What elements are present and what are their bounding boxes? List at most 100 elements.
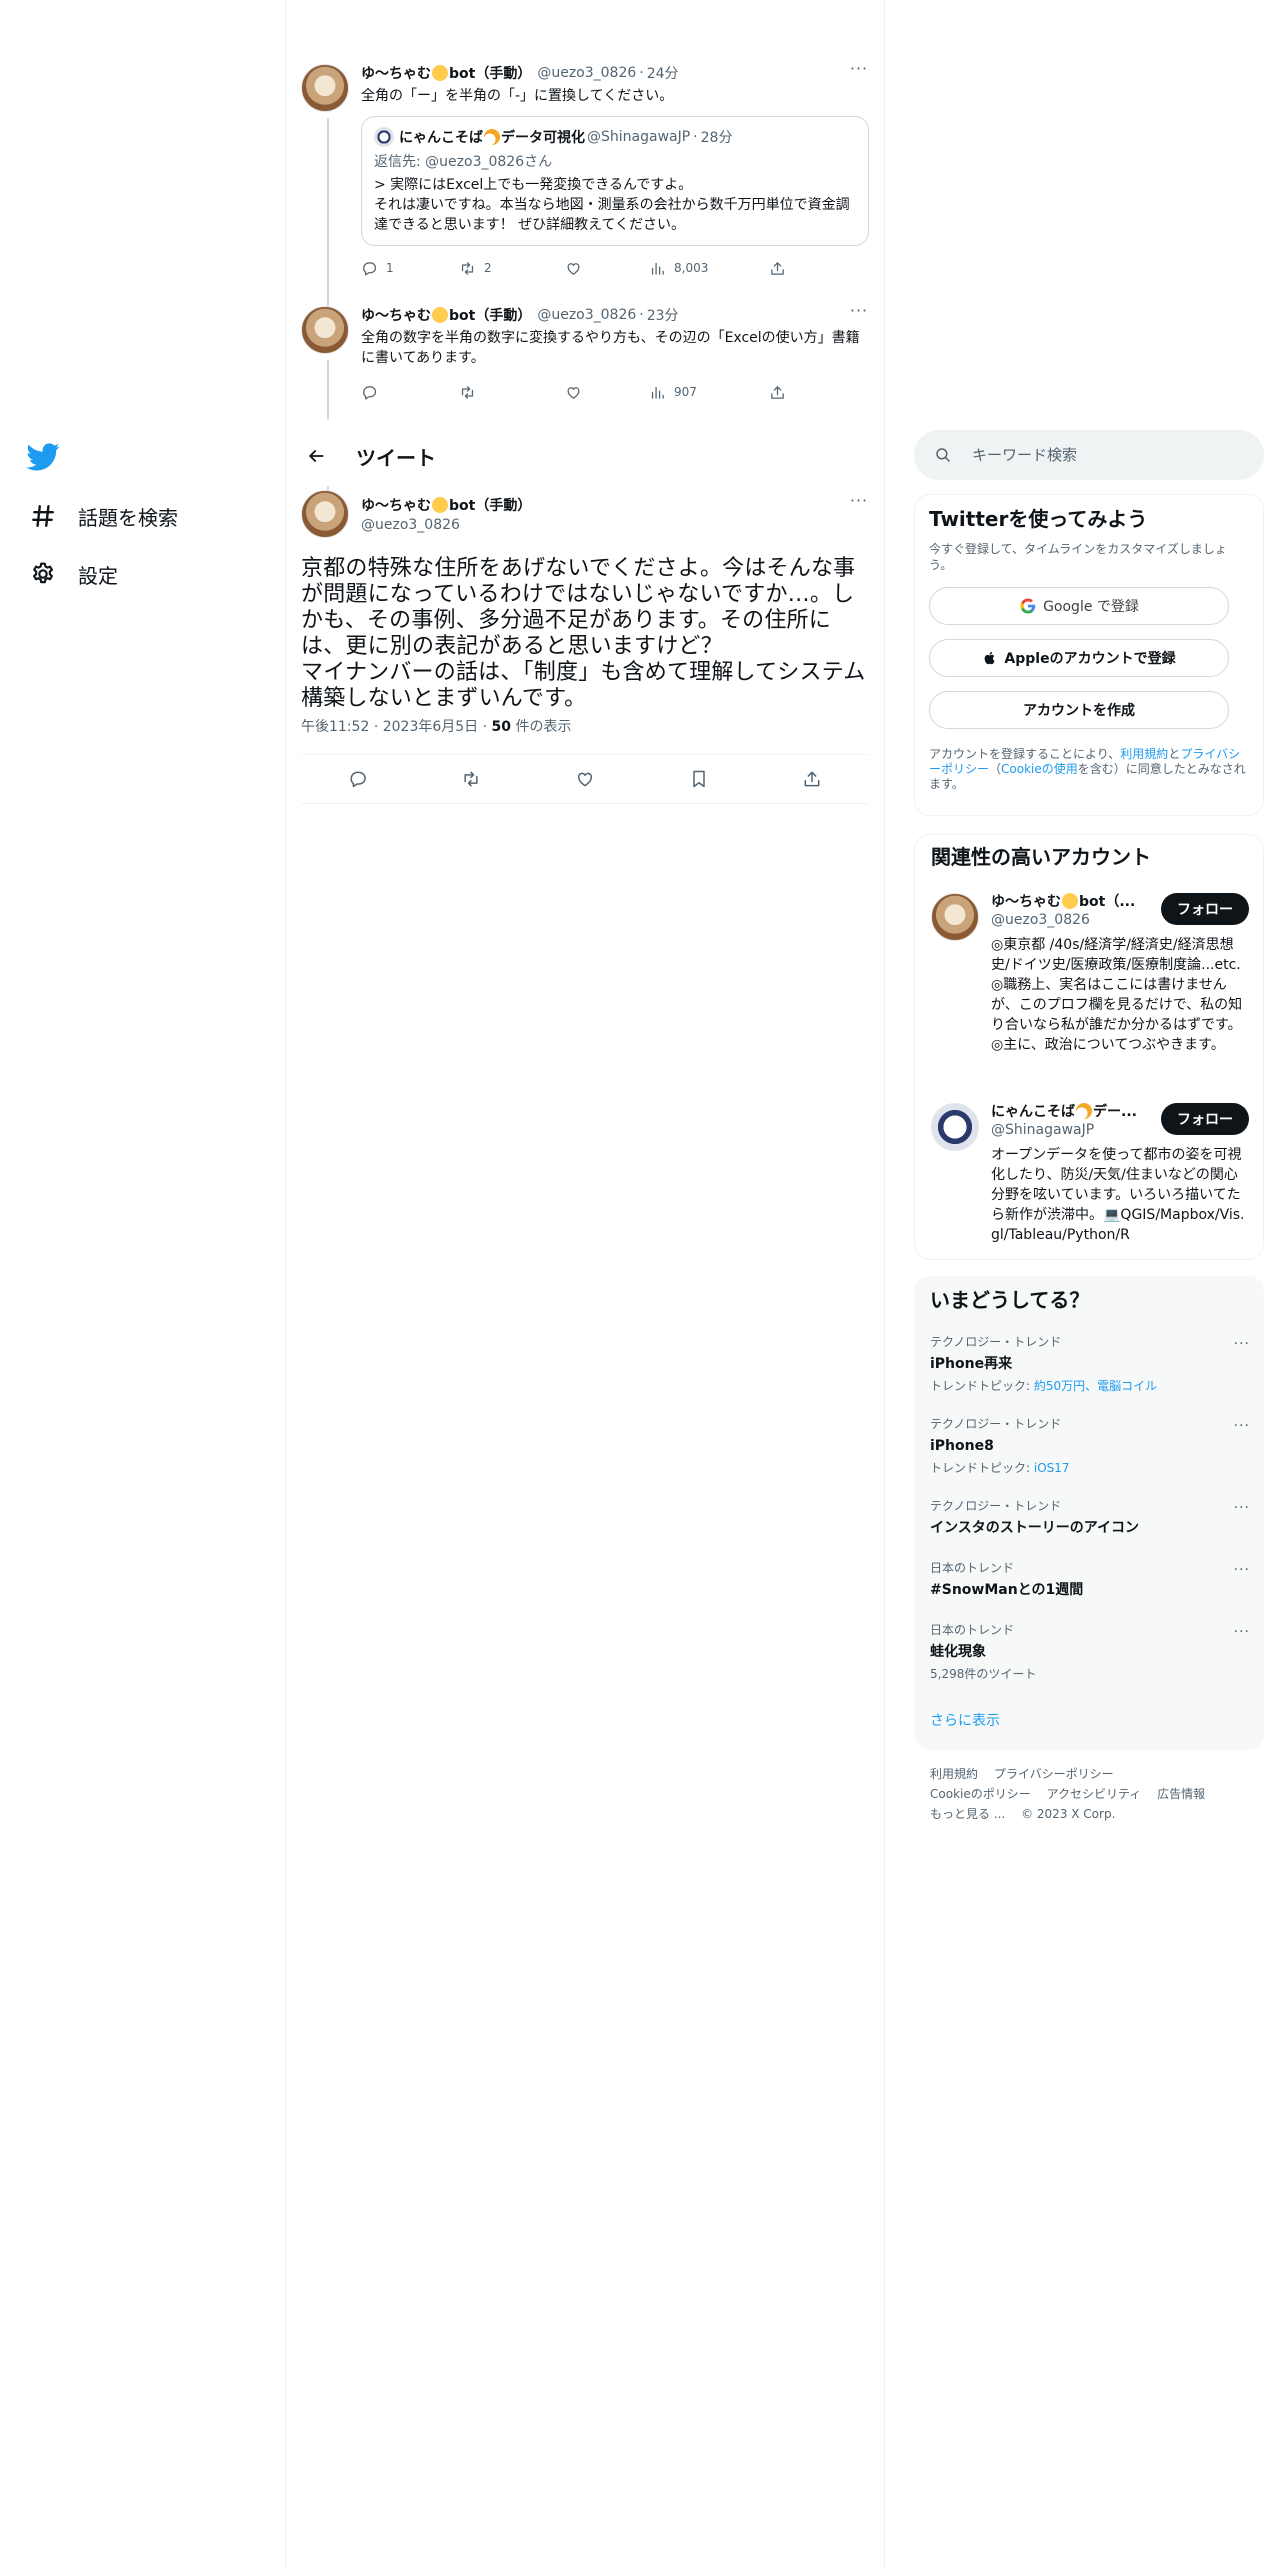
thread-connector xyxy=(327,118,329,308)
left-navigation: 話題を検索 設定 xyxy=(0,0,285,2568)
avatar[interactable] xyxy=(301,306,349,354)
share-button[interactable] xyxy=(769,260,786,277)
tweet-time[interactable]: 23分 xyxy=(647,305,679,325)
more-options-icon[interactable]: ··· xyxy=(849,303,869,324)
separator-dot: · xyxy=(639,307,644,323)
tweet-text: 全角の数字を半角の数字に変換するやり方も、その辺の「Excelの使い方」書籍に書… xyxy=(361,330,860,366)
author-handle[interactable]: @uezo3_0826 xyxy=(537,65,636,81)
author-name[interactable]: ゆ〜ちゃむ bot（手動） xyxy=(361,496,531,516)
nav-explore[interactable]: 話題を検索 xyxy=(26,496,178,536)
author-name[interactable]: ゆ〜ちゃむ bot（手動） xyxy=(361,305,531,325)
retweet-button[interactable] xyxy=(459,384,565,401)
footer-link[interactable]: プライバシーポリシー xyxy=(994,1767,1114,1781)
views-button[interactable]: 907 xyxy=(649,384,769,401)
trend-topic-link[interactable]: iOS17 xyxy=(1034,1461,1070,1475)
account-name[interactable]: にゃんこそば デー... xyxy=(991,1103,1151,1121)
avatar[interactable] xyxy=(931,893,979,941)
page-title: ツイート xyxy=(356,445,436,470)
related-title: 関連性の高いアカウント xyxy=(931,845,1151,869)
tweet-time[interactable]: 午後11:52 xyxy=(301,719,369,735)
trend-item[interactable]: テクノロジー・トレンド iPhone8 トレンドトピック: iOS17 ··· xyxy=(930,1416,1250,1476)
search-bar[interactable] xyxy=(914,430,1264,480)
share-button[interactable] xyxy=(802,769,822,789)
more-options-icon[interactable]: ··· xyxy=(1234,1624,1250,1640)
apple-signup-label: Appleのアカウントで登録 xyxy=(1004,651,1176,667)
center-column: ゆ〜ちゃむ bot（手動） @uezo3_0826 · 24分 ··· 全角の「ー… xyxy=(285,0,885,2568)
google-icon xyxy=(1020,598,1036,614)
author-handle[interactable]: @uezo3_0826 xyxy=(537,307,636,323)
more-options-icon[interactable]: ··· xyxy=(849,493,869,514)
create-account-label: アカウントを作成 xyxy=(1023,703,1135,719)
reply-button[interactable] xyxy=(361,384,459,401)
trend-topic-link[interactable]: 約50万円、電脳コイル xyxy=(1034,1379,1157,1393)
reply-icon xyxy=(363,261,377,276)
more-options-icon[interactable]: ··· xyxy=(849,61,869,82)
trends-title: いまどうしてる？ xyxy=(930,1288,1090,1312)
tweet-text: 全角の「ー」を半角の「-」に置換してください。 xyxy=(361,88,674,104)
author-handle[interactable]: @uezo3_0826 xyxy=(361,516,531,534)
google-signup-label: Google で登録 xyxy=(1043,599,1139,615)
more-options-icon[interactable]: ··· xyxy=(1234,1418,1250,1434)
google-signup-button[interactable]: Google で登録 xyxy=(929,587,1229,625)
trend-item[interactable]: テクノロジー・トレンド インスタのストーリーのアイコン ··· xyxy=(930,1498,1250,1538)
footer-link[interactable]: アクセシビリティ xyxy=(1047,1787,1142,1801)
like-button[interactable] xyxy=(575,769,595,789)
sidebar-footer: 利用規約 プライバシーポリシー Cookieのポリシー アクセシビリティ 広告情… xyxy=(930,1764,1250,1824)
account-name[interactable]: ゆ〜ちゃむ bot（... xyxy=(991,893,1151,911)
more-options-icon[interactable]: ··· xyxy=(1234,1336,1250,1352)
quoted-tweet[interactable]: にゃんこそば データ可視化 @ShinagawaJP · 28分 返信先: @ue… xyxy=(361,116,869,246)
share-icon xyxy=(771,385,784,399)
tweet-text: 京都の特殊な住所をあげないでくださよ。今はそんな事が問題になっているわけではない… xyxy=(301,556,866,711)
retweet-button[interactable] xyxy=(461,769,481,789)
footer-link[interactable]: Cookieのポリシー xyxy=(930,1787,1031,1801)
tweet-time[interactable]: 24分 xyxy=(647,63,679,83)
follow-button[interactable]: フォロー xyxy=(1161,1103,1249,1135)
avatar[interactable] xyxy=(931,1103,979,1151)
trend-item[interactable]: 日本のトレンド #SnowManとの1週間 ··· xyxy=(930,1560,1250,1600)
author-name[interactable]: ゆ〜ちゃむ bot（手動） xyxy=(361,63,531,83)
separator-dot: · xyxy=(482,719,492,735)
separator-dot: · xyxy=(639,65,644,81)
trend-item[interactable]: 日本のトレンド 蛙化現象 5,298件のツイート ··· xyxy=(930,1622,1250,1682)
create-account-button[interactable]: アカウントを作成 xyxy=(929,691,1229,729)
search-input[interactable] xyxy=(972,446,1232,464)
copyright: © 2023 X Corp. xyxy=(1021,1807,1116,1821)
views-icon xyxy=(651,262,664,275)
retweet-icon xyxy=(461,261,474,275)
reply-button[interactable]: 1 xyxy=(361,260,459,277)
more-options-icon[interactable]: ··· xyxy=(1234,1562,1250,1578)
avatar[interactable] xyxy=(301,490,349,538)
apple-signup-button[interactable]: Appleのアカウントで登録 xyxy=(929,639,1229,677)
cookie-link[interactable]: Cookieの使用 xyxy=(1001,762,1078,776)
signup-card: Twitterを使ってみよう 今すぐ登録して、タイムラインをカスタマイズしましょ… xyxy=(914,494,1264,816)
trend-topic: トレンドトピック: 約50万円、電脳コイル xyxy=(930,1379,1158,1393)
bookmark-button[interactable] xyxy=(689,769,709,789)
retweet-icon xyxy=(461,385,474,399)
twitter-bird-icon[interactable] xyxy=(26,440,62,476)
sun-cloud-emoji-icon xyxy=(1076,1103,1092,1119)
tweet-date[interactable]: 2023年6月5日 xyxy=(383,719,478,735)
follow-button[interactable]: フォロー xyxy=(1161,893,1249,925)
show-more-link[interactable]: さらに表示 xyxy=(930,1710,1000,1730)
views-icon xyxy=(651,386,664,399)
trend-item[interactable]: テクノロジー・トレンド iPhone再来 トレンドトピック: 約50万円、電脳コ… xyxy=(930,1334,1250,1394)
trend-category: テクノロジー・トレンド xyxy=(930,1417,1062,1431)
more-options-icon[interactable]: ··· xyxy=(1234,1500,1250,1516)
nav-settings[interactable]: 設定 xyxy=(26,554,118,594)
trend-category: 日本のトレンド xyxy=(930,1561,1015,1575)
share-button[interactable] xyxy=(769,384,786,401)
footer-more-link[interactable]: もっと見る ... xyxy=(930,1807,1005,1821)
like-button[interactable] xyxy=(565,384,649,401)
terms-link[interactable]: 利用規約 xyxy=(1120,747,1168,761)
like-button[interactable] xyxy=(565,260,649,277)
back-arrow-icon[interactable] xyxy=(298,438,334,474)
avatar[interactable] xyxy=(301,64,349,112)
footer-link[interactable]: 利用規約 xyxy=(930,1767,978,1781)
tweet-actions xyxy=(301,754,869,804)
retweet-button[interactable]: 2 xyxy=(459,260,565,277)
nav-settings-label: 設定 xyxy=(78,563,118,588)
footer-link[interactable]: 広告情報 xyxy=(1157,1787,1205,1801)
reply-button[interactable] xyxy=(348,769,368,789)
views-button[interactable]: 8,003 xyxy=(649,260,769,277)
views-count: 8,003 xyxy=(674,261,709,275)
